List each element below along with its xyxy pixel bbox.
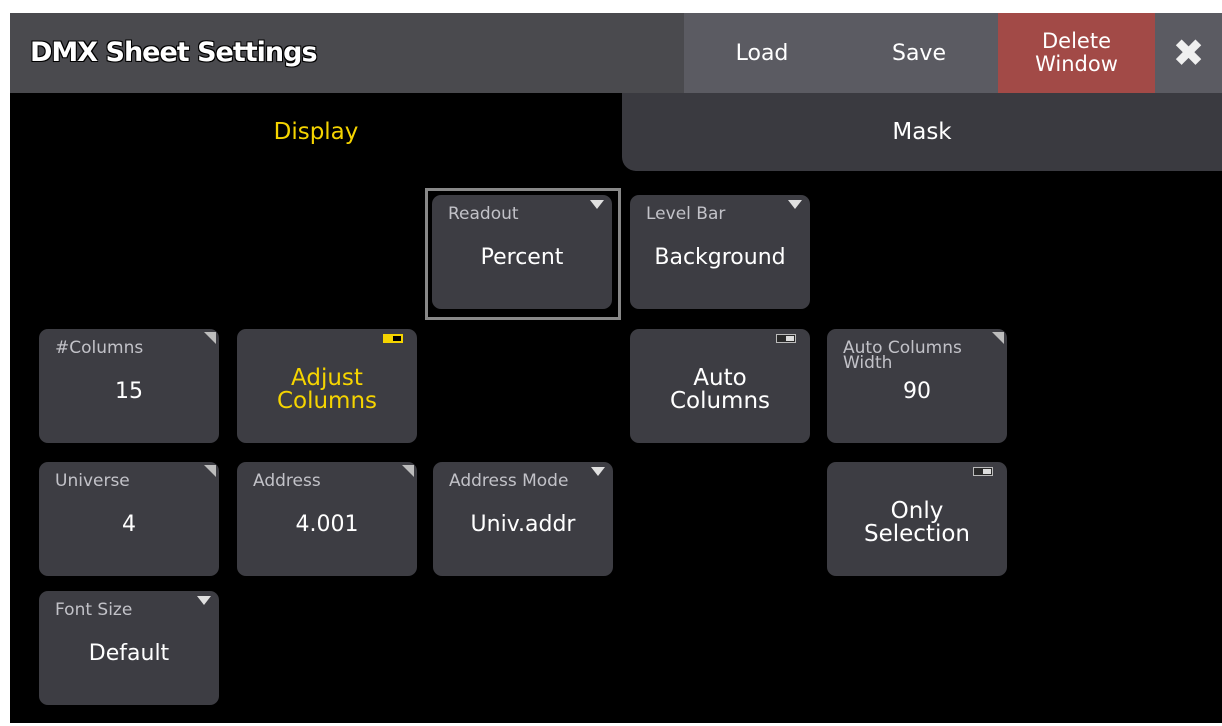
edit-corner-icon	[992, 332, 1004, 344]
dmx-sheet-settings-window: DMX Sheet Settings Load Save Delete Wind…	[10, 13, 1222, 723]
universe-input[interactable]: Universe 4	[39, 462, 219, 576]
edit-corner-icon	[402, 465, 414, 477]
only-selection-toggle[interactable]: Only Selection	[827, 462, 1007, 576]
adjust-columns-label: Adjust Columns	[276, 365, 378, 414]
save-button[interactable]: Save	[840, 13, 998, 93]
font-size-select[interactable]: Font Size Default	[39, 591, 219, 705]
title-bar: DMX Sheet Settings Load Save Delete Wind…	[10, 13, 1222, 93]
columns-value: 15	[115, 379, 143, 404]
tab-mask[interactable]: Mask	[622, 93, 1222, 171]
dropdown-icon	[591, 467, 605, 476]
adjust-columns-toggle[interactable]: Adjust Columns	[237, 329, 417, 443]
level-bar-label: Level Bar	[646, 204, 726, 224]
auto-columns-width-label: Auto Columns Width	[843, 338, 962, 373]
level-bar-select[interactable]: Level Bar Background	[630, 195, 810, 309]
window-title: DMX Sheet Settings	[30, 37, 318, 68]
readout-select[interactable]: Readout Percent	[432, 195, 612, 309]
address-mode-select[interactable]: Address Mode Univ.addr	[433, 462, 613, 576]
auto-columns-toggle[interactable]: Auto Columns	[630, 329, 810, 443]
address-input[interactable]: Address 4.001	[237, 462, 417, 576]
font-size-value: Default	[88, 641, 170, 666]
tab-display[interactable]: Display	[10, 93, 622, 171]
universe-label: Universe	[55, 471, 130, 491]
readout-value: Percent	[480, 245, 564, 270]
close-button[interactable]: ✖	[1155, 13, 1222, 93]
auto-columns-label: Auto Columns	[669, 365, 771, 414]
address-mode-label: Address Mode	[449, 471, 569, 491]
load-button[interactable]: Load	[684, 13, 840, 93]
auto-columns-width-value: 90	[903, 379, 931, 404]
edit-corner-icon	[204, 332, 216, 344]
level-bar-value: Background	[654, 245, 786, 270]
readout-label: Readout	[448, 204, 519, 224]
auto-columns-width-input[interactable]: Auto Columns Width 90	[827, 329, 1007, 443]
only-selection-label: Only Selection	[864, 498, 970, 547]
font-size-label: Font Size	[55, 600, 133, 620]
edit-corner-icon	[204, 465, 216, 477]
universe-value: 4	[122, 512, 136, 537]
close-x-icon: ✖	[1172, 31, 1205, 75]
columns-input[interactable]: #Columns 15	[39, 329, 219, 443]
columns-label: #Columns	[55, 338, 144, 358]
delete-window-button[interactable]: Delete Window	[998, 13, 1155, 93]
dropdown-icon	[197, 596, 211, 605]
dropdown-icon	[788, 200, 802, 209]
address-label: Address	[253, 471, 321, 491]
dropdown-icon	[590, 200, 604, 209]
address-value: 4.001	[295, 512, 359, 537]
address-mode-value: Univ.addr	[470, 512, 576, 537]
